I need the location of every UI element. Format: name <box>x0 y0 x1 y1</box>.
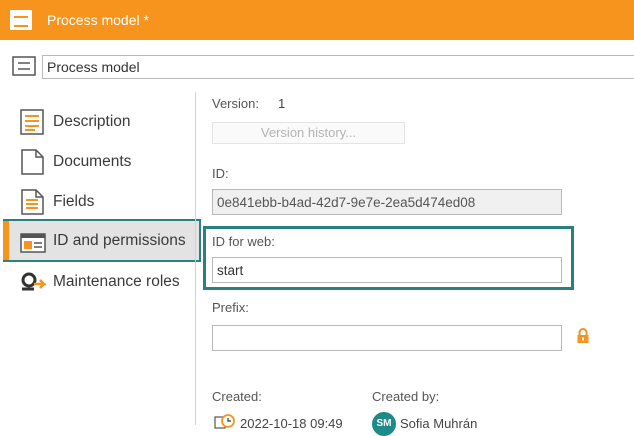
sidebar-item-label: Maintenance roles <box>53 273 180 290</box>
calendar-clock-icon <box>214 414 235 429</box>
title-bar: Process model * <box>0 0 634 40</box>
created-by-label: Created by: <box>372 389 440 404</box>
id-card-icon <box>20 233 46 253</box>
fields-icon <box>21 189 44 215</box>
id-field[interactable] <box>212 189 562 215</box>
process-model-icon <box>12 56 36 76</box>
avatar: SM <box>372 412 396 436</box>
sidebar-item-label: Documents <box>53 153 132 170</box>
process-name-input[interactable] <box>42 55 634 79</box>
sidebar-item-id-and-permissions[interactable]: ID and permissions <box>3 219 201 262</box>
sidebar-item-label: Description <box>53 113 131 130</box>
prefix-label: Prefix: <box>212 300 249 315</box>
sidebar-item-description[interactable]: Description <box>0 101 195 141</box>
prefix-input[interactable] <box>212 325 562 351</box>
id-for-web-input[interactable] <box>212 257 562 283</box>
window-title: Process model * <box>47 12 149 28</box>
sidebar-item-maintenance-roles[interactable]: Maintenance roles <box>0 261 195 301</box>
created-date: 2022-10-18 09:49 <box>240 416 343 431</box>
created-by-name: Sofia Muhrán <box>400 416 478 431</box>
document-icon <box>21 149 44 175</box>
id-label: ID: <box>212 166 229 181</box>
maintenance-roles-icon <box>21 272 46 291</box>
version-history-button[interactable]: Version history... <box>212 122 405 144</box>
sidebar-divider <box>195 92 196 425</box>
sidebar-item-fields[interactable]: Fields <box>0 181 195 221</box>
id-for-web-label: ID for web: <box>212 234 275 249</box>
sidebar-item-label: Fields <box>53 193 95 210</box>
sidebar-item-documents[interactable]: Documents <box>0 141 195 181</box>
sidebar-item-label: ID and permissions <box>53 232 186 249</box>
description-icon <box>20 109 44 135</box>
version-label: Version: <box>212 96 259 111</box>
version-value: 1 <box>278 96 286 111</box>
active-indicator <box>3 221 9 260</box>
process-model-icon <box>10 10 32 30</box>
created-label: Created: <box>212 389 262 404</box>
lock-icon[interactable] <box>576 328 590 344</box>
